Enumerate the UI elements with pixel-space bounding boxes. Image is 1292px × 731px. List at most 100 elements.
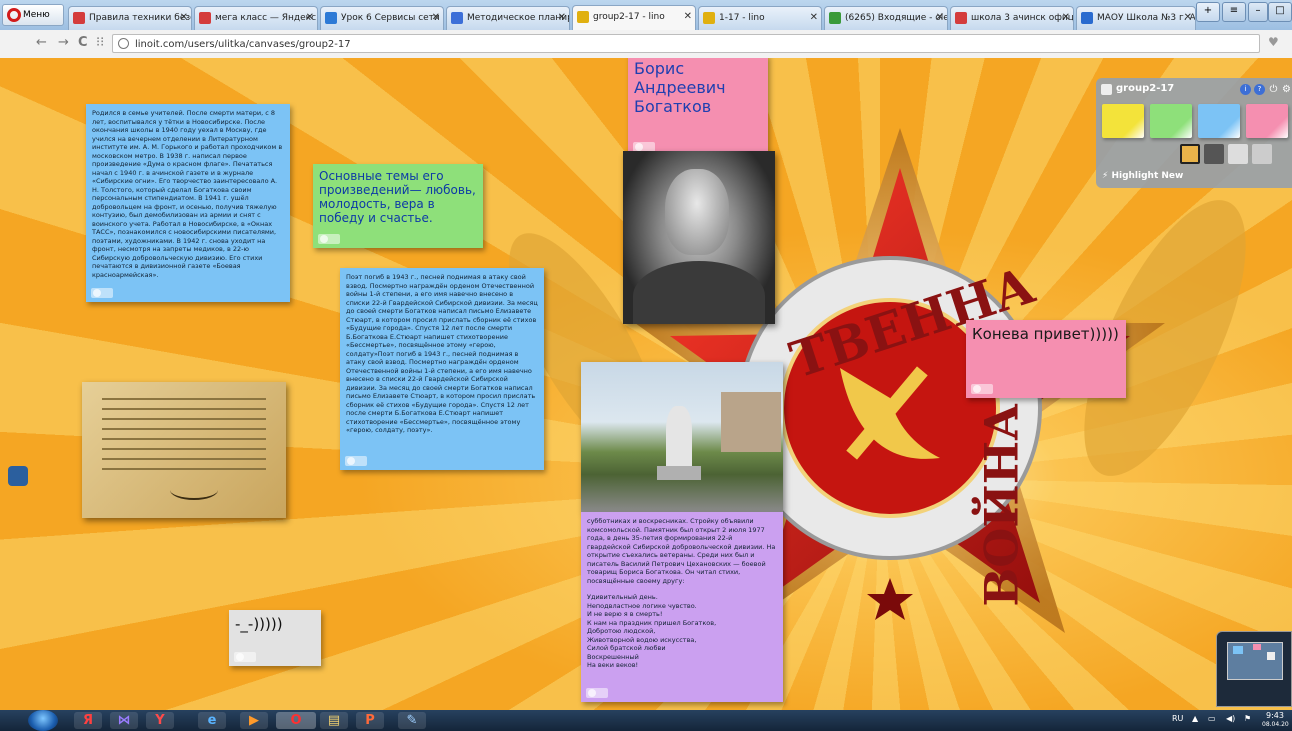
tab-close-icon[interactable]: ✕ [432, 7, 440, 29]
tab-close-icon[interactable]: ✕ [306, 7, 314, 29]
tab-5[interactable]: group2-17 - lino ✕ [572, 5, 696, 30]
note-death[interactable]: Поэт погиб в 1943 г., песней поднимая в … [340, 268, 544, 470]
tab-menu-icon[interactable]: ≡ [1222, 2, 1246, 22]
back-icon[interactable]: ← [36, 35, 47, 50]
tab-label: Правила техники безо [89, 13, 192, 23]
monument-pedestal [657, 466, 701, 480]
start-button[interactable] [28, 710, 58, 731]
tab-close-icon[interactable]: ✕ [810, 7, 818, 29]
minimize-button[interactable]: – [1248, 2, 1268, 22]
tab-close-icon[interactable]: ✕ [1184, 7, 1192, 29]
restore-button[interactable]: □ [1268, 2, 1292, 22]
forward-icon[interactable]: → [58, 35, 69, 50]
yandex-icon [955, 12, 967, 24]
speed-dial-icon[interactable]: ⁝⁝ [96, 35, 104, 50]
paint-taskbar-icon[interactable]: ✎ [398, 712, 426, 729]
note-biography-text: Родился в семье учителей. После смерти м… [92, 109, 283, 279]
language-indicator[interactable]: RU [1172, 714, 1183, 723]
ie-taskbar-icon[interactable]: e [198, 712, 226, 729]
opera-taskbar-icon[interactable]: O [276, 712, 316, 729]
portrait-shoulders [633, 261, 765, 324]
video-tool-icon[interactable] [1204, 144, 1224, 164]
tab-label: МАОУ Школа №3 г. Ач [1097, 13, 1196, 23]
minimap-note [1233, 646, 1243, 654]
document-certificate-photo[interactable] [82, 382, 286, 518]
lino-icon [577, 11, 589, 23]
tab-4[interactable]: Методическое планиро ✕ [446, 6, 570, 30]
note-biography[interactable]: Родился в семье учителей. После смерти м… [86, 104, 290, 302]
poem: Удивительный день. Неподвластное логике ч… [587, 593, 777, 670]
help-icon[interactable]: ? [1254, 84, 1265, 95]
yandex-taskbar-icon[interactable]: Я [74, 712, 102, 729]
sticky-color-4-swatch[interactable] [1246, 104, 1288, 138]
opera-menu-button[interactable]: Меню [2, 4, 64, 26]
tab-label: 1-17 - lino [719, 13, 765, 23]
yandex-icon [73, 12, 85, 24]
canvas-minimap[interactable] [1216, 631, 1292, 707]
reload-icon[interactable]: C [78, 35, 88, 50]
tab-1[interactable]: Правила техники безо ✕ [68, 6, 192, 30]
tab-6[interactable]: 1-17 - lino ✕ [698, 6, 822, 30]
minimap-note [1267, 652, 1275, 660]
tab-label: Урок 6 Сервисы сети И [341, 13, 444, 23]
attach-tool-icon[interactable] [1228, 144, 1248, 164]
note-death-text: Поэт погиб в 1943 г., песней поднимая в … [346, 273, 538, 434]
canvas-control-panel: group2-17 i ? ⏻ ⚙ ⚡ Highlight New [1096, 78, 1292, 188]
note-greeting[interactable]: Конева привет))))) [966, 320, 1126, 398]
sticky-color-1-swatch[interactable] [1102, 104, 1144, 138]
monument-photo[interactable] [581, 362, 783, 512]
poet-portrait-photo[interactable] [623, 151, 775, 324]
info-icon[interactable]: i [1240, 84, 1251, 95]
note-menu-icon[interactable] [971, 384, 993, 394]
note-poet-name[interactable]: Борис Андреевич Богатков [628, 58, 768, 156]
poem-line: И не верю я в смерть! [587, 610, 663, 618]
network-icon[interactable]: ▭ [1208, 714, 1216, 723]
note-menu-icon[interactable] [318, 234, 340, 244]
note-smile[interactable]: -_-))))) [229, 610, 321, 666]
note-menu-icon[interactable] [345, 456, 367, 466]
tab-3[interactable]: Урок 6 Сервисы сети И ✕ [320, 6, 444, 30]
note-themes-text: Основные темы его произведений— любовь, … [319, 169, 476, 225]
note-themes[interactable]: Основные темы его произведений— любовь, … [313, 164, 483, 248]
tab-8[interactable]: школа 3 ачинск официа ✕ [950, 6, 1074, 30]
note-menu-icon[interactable] [586, 688, 608, 698]
explorer-taskbar-icon[interactable]: ▤ [320, 712, 348, 729]
tab-close-icon[interactable]: ✕ [558, 7, 566, 29]
tab-close-icon[interactable]: ✕ [936, 7, 944, 29]
settings-gear-icon[interactable]: ⚙ [1281, 84, 1292, 95]
highlight-new-link[interactable]: ⚡ Highlight New [1102, 171, 1183, 181]
new-tab-button[interactable]: + [1196, 2, 1220, 22]
pin-tool-icon[interactable] [1252, 144, 1272, 164]
mail-agent-taskbar-icon[interactable]: ⋈ [110, 712, 138, 729]
action-center-flag-icon[interactable]: ⚑ [1244, 714, 1251, 723]
volume-icon[interactable]: ◀) [1226, 714, 1235, 723]
tab-close-icon[interactable]: ✕ [1062, 7, 1070, 29]
url-field[interactable]: linoit.com/users/ulitka/canvases/group2-… [112, 34, 1260, 53]
sticky-color-2-swatch[interactable] [1150, 104, 1192, 138]
tray-arrow-icon[interactable]: ▲ [1192, 714, 1198, 723]
tab-close-icon[interactable]: ✕ [684, 6, 692, 28]
photo-tool-icon[interactable] [1180, 144, 1200, 164]
note-smile-text: -_-))))) [235, 615, 283, 633]
tab-close-icon[interactable]: ✕ [180, 7, 188, 29]
note-monument[interactable]: субботниках и воскресниках. Стройку объя… [581, 512, 783, 702]
tab-7[interactable]: (6265) Входящие - oles ✕ [824, 6, 948, 30]
note-menu-icon[interactable] [91, 288, 113, 298]
browser-tab-bar: Меню Правила техники безо ✕ мега класс — Я… [0, 0, 1292, 31]
clock-time[interactable]: 9:43 [1266, 711, 1284, 720]
heart-bookmark-icon[interactable]: ♥ [1268, 35, 1279, 49]
power-icon[interactable]: ⏻ [1268, 84, 1279, 95]
powerpoint-taskbar-icon[interactable]: P [356, 712, 384, 729]
url-text: linoit.com/users/ulitka/canvases/group2-… [135, 39, 351, 50]
note-menu-icon[interactable] [234, 652, 256, 662]
tab-9[interactable]: МАОУ Школа №3 г. Ач ✕ [1076, 6, 1196, 30]
poem-line: К нам на праздник пришел Богатков, [587, 618, 717, 627]
yandex-browser-taskbar-icon[interactable]: Y [146, 712, 174, 729]
note-poet-name-text: Борис Андреевич Богатков [634, 59, 726, 116]
media-taskbar-icon[interactable]: ▶ [240, 712, 268, 729]
sticky-color-3-swatch[interactable] [1198, 104, 1240, 138]
order-arc-letters-right: ВОЙНА [974, 403, 1029, 607]
clock-date[interactable]: 08.04.20 [1262, 721, 1289, 728]
tab-2[interactable]: мега класс — Яндекс: ✕ [194, 6, 318, 30]
side-globe-icon[interactable] [8, 466, 28, 486]
